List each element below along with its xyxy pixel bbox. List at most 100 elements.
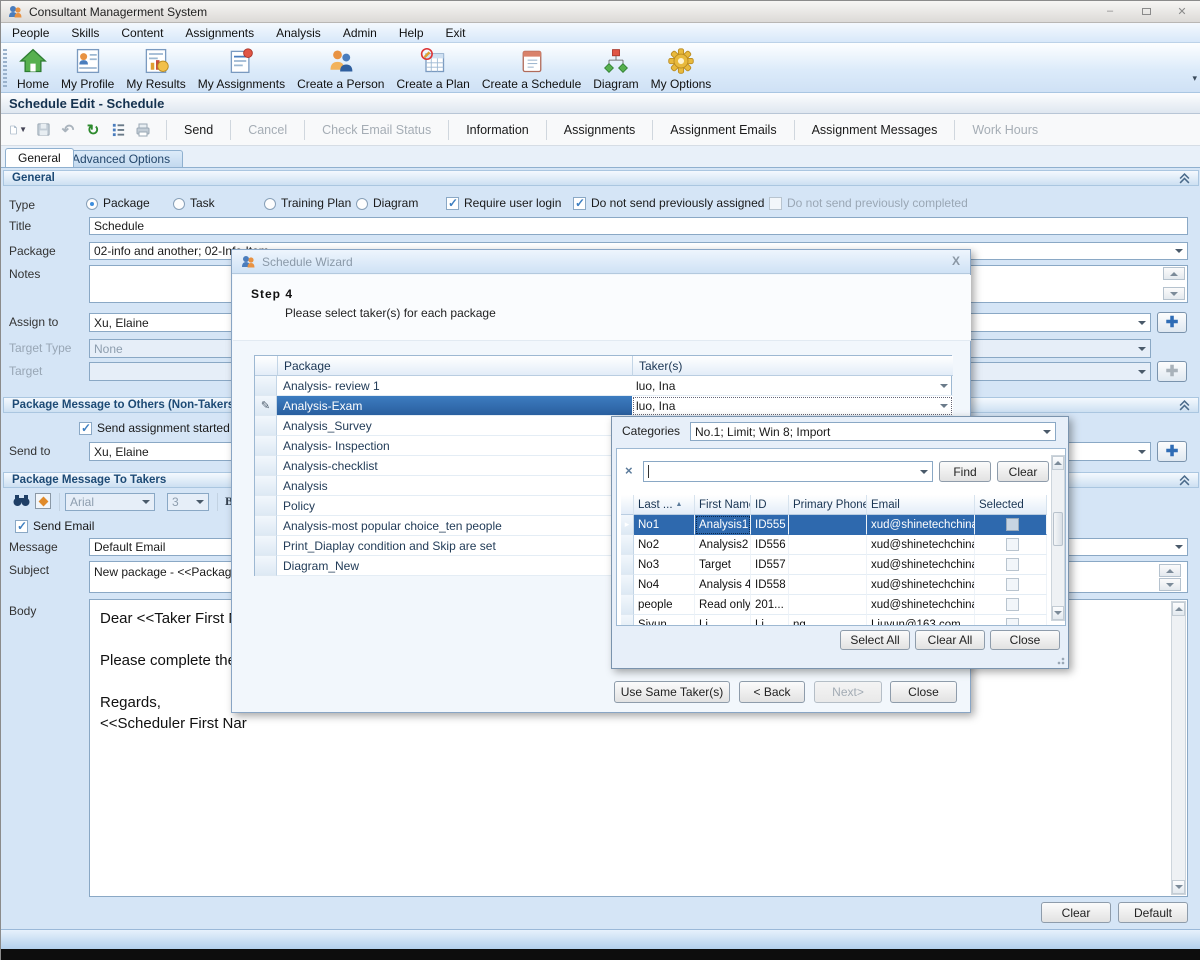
radio-task[interactable]: Task bbox=[173, 196, 215, 211]
clear-search-x-icon[interactable]: × bbox=[625, 463, 633, 478]
picker-close-button[interactable]: Close bbox=[990, 630, 1060, 650]
menu-item-skills[interactable]: Skills bbox=[60, 23, 110, 43]
grid-cell[interactable]: 201... bbox=[751, 595, 789, 615]
selected-checkbox[interactable] bbox=[975, 575, 1047, 595]
toolbar-create-a-person[interactable]: Create a Person bbox=[291, 43, 390, 93]
grid-cell[interactable]: people bbox=[634, 595, 695, 615]
collapse-chevron-icon[interactable] bbox=[1179, 173, 1190, 187]
scroll-down-icon[interactable] bbox=[1052, 606, 1064, 620]
menu-item-assignments[interactable]: Assignments bbox=[174, 23, 265, 43]
grid-cell[interactable]: Li bbox=[695, 615, 751, 626]
tab-advanced-options[interactable]: Advanced Options bbox=[59, 150, 183, 167]
column-header-id[interactable]: ID bbox=[751, 495, 789, 515]
assign-to-add-button[interactable]: ✚ bbox=[1157, 312, 1187, 333]
toolbar-my-options[interactable]: My Options bbox=[645, 43, 718, 93]
categories-combo[interactable]: No.1; Limit; Win 8; Import bbox=[690, 422, 1056, 441]
column-header-selected[interactable]: Selected bbox=[975, 495, 1047, 515]
grid-cell[interactable]: ng bbox=[789, 615, 867, 626]
grid-cell[interactable]: Li... bbox=[751, 615, 789, 626]
row-selector[interactable] bbox=[621, 575, 634, 595]
menu-item-people[interactable]: People bbox=[1, 23, 60, 43]
checkbox-not-send-previously-assigned[interactable]: Do not send previously assigned bbox=[573, 196, 764, 211]
grid-cell[interactable]: xud@shinetechchina... bbox=[867, 535, 975, 555]
grid-scrollbar[interactable] bbox=[1051, 455, 1065, 621]
row-selector[interactable] bbox=[255, 456, 277, 476]
subject-spin-down-icon[interactable] bbox=[1159, 578, 1181, 591]
radio-diagram[interactable]: Diagram bbox=[356, 196, 418, 211]
row-selector[interactable] bbox=[621, 615, 634, 626]
scroll-up-icon[interactable] bbox=[1052, 456, 1064, 470]
selected-checkbox[interactable] bbox=[975, 595, 1047, 615]
grid-cell[interactable]: Target bbox=[695, 555, 751, 575]
grid-cell[interactable]: ID558 bbox=[751, 575, 789, 595]
grid-cell[interactable]: Siyun bbox=[634, 615, 695, 626]
grid-cell[interactable]: Liuyun@163.com bbox=[867, 615, 975, 626]
collapse-chevron-icon[interactable] bbox=[1179, 475, 1190, 489]
grid-cell[interactable]: xud@shinetechchina... bbox=[867, 555, 975, 575]
package-cell[interactable]: Print_Diaplay condition and Skip are set bbox=[277, 536, 632, 556]
selected-checkbox[interactable] bbox=[975, 615, 1047, 626]
toolbar-home[interactable]: Home bbox=[11, 43, 55, 93]
information-button[interactable]: Information bbox=[456, 123, 539, 137]
row-selector[interactable] bbox=[255, 476, 277, 496]
grid-cell[interactable] bbox=[789, 535, 867, 555]
row-selector[interactable] bbox=[255, 536, 277, 556]
package-cell[interactable]: Analysis- review 1 bbox=[277, 376, 632, 396]
menu-item-admin[interactable]: Admin bbox=[332, 23, 388, 43]
radio-training-plan[interactable]: Training Plan bbox=[264, 196, 351, 211]
column-header-package[interactable]: Package bbox=[277, 356, 632, 376]
package-cell[interactable]: Analysis bbox=[277, 476, 632, 496]
default-button[interactable]: Default bbox=[1118, 902, 1188, 923]
grid-cell[interactable] bbox=[789, 515, 867, 535]
resize-grip[interactable] bbox=[1054, 654, 1066, 666]
grid-cell[interactable]: Read only bbox=[695, 595, 751, 615]
close-icon[interactable]: ✕ bbox=[1169, 4, 1195, 18]
maximize-icon[interactable] bbox=[1133, 4, 1159, 18]
menu-item-help[interactable]: Help bbox=[388, 23, 435, 43]
radio-package[interactable]: Package bbox=[86, 196, 150, 211]
grid-cell[interactable]: No1 bbox=[634, 515, 695, 535]
grid-cell[interactable] bbox=[789, 555, 867, 575]
toolbar-my-assignments[interactable]: My Assignments bbox=[192, 43, 291, 93]
title-input[interactable]: Schedule bbox=[89, 217, 1188, 235]
find-button[interactable]: Find bbox=[939, 461, 991, 482]
grid-cell[interactable]: xud@shinetechchina... bbox=[867, 595, 975, 615]
print-icon[interactable] bbox=[134, 121, 152, 139]
package-cell[interactable]: Policy bbox=[277, 496, 632, 516]
assignments-button[interactable]: Assignments bbox=[554, 123, 646, 137]
column-header-last-name[interactable]: Last ...▲ bbox=[634, 495, 695, 515]
scrollbar-thumb[interactable] bbox=[1053, 512, 1063, 546]
grid-cell[interactable] bbox=[789, 595, 867, 615]
column-header-takers[interactable]: Taker(s) bbox=[632, 356, 953, 376]
checkbox-not-send-previously-completed[interactable]: Do not send previously completed bbox=[769, 196, 968, 211]
wizard-close-button[interactable]: Close bbox=[890, 681, 957, 703]
tab-general[interactable]: General bbox=[5, 148, 74, 167]
column-header-email[interactable]: Email bbox=[867, 495, 975, 515]
toolbar-overflow-icon[interactable]: ▾ bbox=[1192, 73, 1197, 84]
selected-checkbox[interactable] bbox=[975, 515, 1047, 535]
grid-cell[interactable]: Analysis 4 bbox=[695, 575, 751, 595]
back-button[interactable]: < Back bbox=[739, 681, 805, 703]
grid-cell-focused[interactable]: Analysis1 bbox=[695, 515, 751, 535]
toolbar-grip[interactable] bbox=[3, 49, 7, 87]
grid-cell[interactable]: xud@shinetechchina... bbox=[867, 515, 975, 535]
row-selector[interactable] bbox=[621, 555, 634, 575]
grid-cell[interactable]: No3 bbox=[634, 555, 695, 575]
row-selector[interactable] bbox=[255, 376, 277, 396]
toolbar-create-a-schedule[interactable]: Create a Schedule bbox=[476, 43, 587, 93]
collapse-chevron-icon[interactable] bbox=[1179, 400, 1190, 414]
minimize-icon[interactable]: – bbox=[1097, 4, 1123, 18]
selected-checkbox[interactable] bbox=[975, 535, 1047, 555]
current-row-icon[interactable]: ▸ bbox=[621, 515, 634, 535]
toolbar-create-a-plan[interactable]: Create a Plan bbox=[390, 43, 475, 93]
column-header-first-name[interactable]: First Name bbox=[695, 495, 751, 515]
row-selector[interactable] bbox=[255, 436, 277, 456]
row-selector[interactable] bbox=[621, 595, 634, 615]
grid-cell[interactable]: ID555 bbox=[751, 515, 789, 535]
package-cell[interactable]: Analysis-most popular choice_ten people bbox=[277, 516, 632, 536]
notes-scroll-up-icon[interactable] bbox=[1163, 267, 1185, 280]
send-button[interactable]: Send bbox=[174, 123, 223, 137]
body-scrollbar[interactable] bbox=[1171, 601, 1186, 895]
use-same-takers-button[interactable]: Use Same Taker(s) bbox=[614, 681, 730, 703]
row-selector[interactable] bbox=[255, 556, 277, 576]
